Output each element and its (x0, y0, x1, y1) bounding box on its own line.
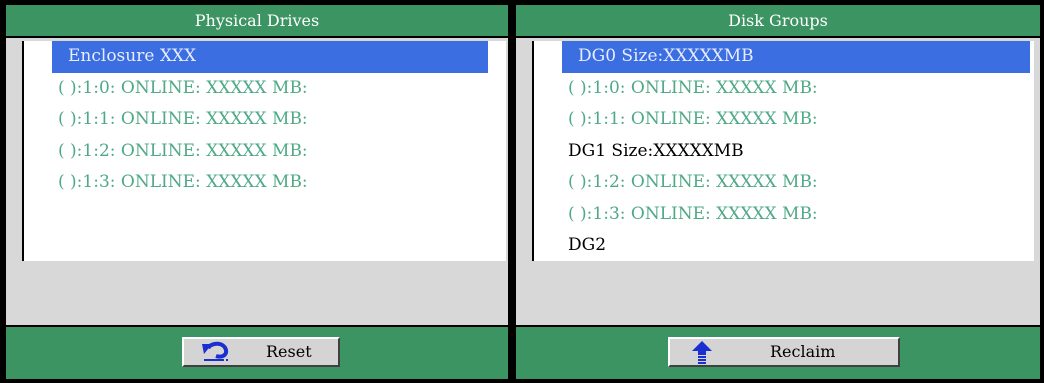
disk-groups-list[interactable]: DG0 Size:XXXXXMB ( ):1:0: ONLINE: XXXXX … (532, 41, 1034, 261)
list-item-drive[interactable]: ( ):1:0: ONLINE: XXXXX MB: (24, 73, 506, 105)
list-item-enclosure[interactable]: Enclosure XXX (52, 41, 488, 73)
undo-icon (200, 340, 230, 372)
list-item-disk-group[interactable]: DG2 (534, 230, 1034, 262)
disk-groups-header: Disk Groups (516, 5, 1040, 36)
list-item-disk-group[interactable]: DG1 Size:XXXXXMB (534, 136, 1034, 168)
list-item-drive[interactable]: ( ):1:0: ONLINE: XXXXX MB: (534, 73, 1034, 105)
reclaim-label: Reclaim (770, 342, 836, 361)
list-item-drive[interactable]: ( ):1:1: ONLINE: XXXXX MB: (24, 104, 506, 136)
list-item-drive[interactable]: ( ):1:2: ONLINE: XXXXX MB: (534, 167, 1034, 199)
reset-button[interactable]: Reset (182, 337, 340, 367)
raid-config-window: Physical Drives Enclosure XXX ( ):1:0: O… (0, 0, 1044, 383)
disk-groups-pane: DG0 Size:XXXXXMB ( ):1:0: ONLINE: XXXXX … (516, 38, 1040, 325)
physical-drives-header: Physical Drives (6, 5, 508, 36)
disk-groups-footer: Reclaim (516, 327, 1040, 379)
list-item-drive[interactable]: ( ):1:1: ONLINE: XXXXX MB: (534, 104, 1034, 136)
physical-drives-list[interactable]: Enclosure XXX ( ):1:0: ONLINE: XXXXX MB:… (22, 41, 506, 261)
list-item-drive[interactable]: ( ):1:3: ONLINE: XXXXX MB: (534, 199, 1034, 231)
list-item-drive[interactable]: ( ):1:3: ONLINE: XXXXX MB: (24, 167, 506, 199)
reclaim-button[interactable]: Reclaim (668, 337, 900, 367)
reset-label: Reset (266, 342, 312, 361)
up-arrow-icon (690, 340, 714, 372)
list-item-drive[interactable]: ( ):1:2: ONLINE: XXXXX MB: (24, 136, 506, 168)
list-item-disk-group[interactable]: DG0 Size:XXXXXMB (562, 41, 1030, 73)
physical-drives-pane: Enclosure XXX ( ):1:0: ONLINE: XXXXX MB:… (6, 38, 508, 325)
physical-drives-footer: Reset (6, 327, 508, 379)
